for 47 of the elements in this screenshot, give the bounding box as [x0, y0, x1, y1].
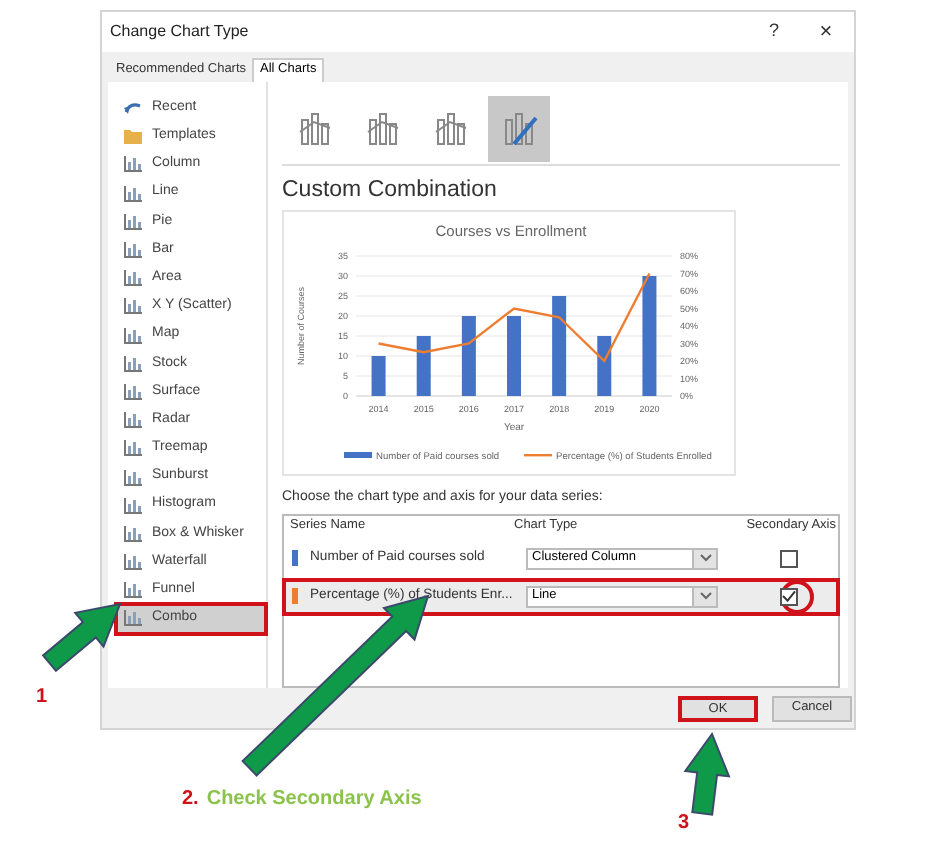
chart-icon	[124, 185, 142, 202]
arrow	[41, 602, 122, 673]
chart-icon	[124, 582, 142, 599]
chart-icon	[124, 525, 142, 542]
close-button[interactable]: ×	[806, 15, 846, 49]
chart-icon	[124, 554, 142, 571]
chart-icon	[124, 270, 142, 287]
step-number: 1	[36, 684, 48, 712]
folder-icon	[124, 128, 142, 145]
arrow	[683, 731, 731, 816]
bar	[371, 356, 386, 396]
secondary-axis-checkbox[interactable]	[779, 549, 797, 567]
chart-icon	[124, 355, 142, 372]
combo-chart-icon	[501, 108, 537, 148]
section-heading: Custom Combination	[282, 176, 499, 204]
bar	[461, 316, 476, 396]
step-label: Check Secondary Axis	[206, 786, 422, 814]
combo-chart-icon	[365, 108, 401, 148]
chart-icon	[124, 383, 142, 400]
secondary-axis-checkbox[interactable]	[779, 587, 797, 605]
bar	[597, 336, 612, 396]
chart-icon	[124, 412, 142, 429]
curved-arrow-icon	[124, 100, 142, 117]
step-number: 3	[678, 810, 690, 838]
combo-chart-icon	[433, 108, 469, 148]
chart-icon	[124, 610, 142, 627]
legend-swatch	[344, 452, 372, 458]
help-button[interactable]: ?	[754, 18, 794, 46]
combo-chart-icon	[297, 108, 333, 148]
check-icon	[781, 590, 795, 602]
step-number: 2.	[182, 786, 199, 814]
bar	[507, 316, 521, 396]
chart-icon	[124, 213, 142, 230]
bar	[552, 296, 567, 396]
chart-icon	[124, 497, 142, 514]
bar	[416, 336, 431, 396]
chart-icon	[124, 242, 142, 259]
chart-icon	[124, 327, 142, 344]
chart-icon	[124, 156, 142, 173]
bar	[642, 276, 657, 396]
caret-icon	[699, 592, 711, 600]
chart-subtype-button[interactable]	[488, 95, 550, 161]
chart-icon	[124, 298, 142, 315]
chart-icon	[124, 440, 142, 457]
chart-icon	[124, 469, 142, 486]
window-title: Change Chart Type	[110, 20, 251, 44]
caret-icon	[699, 554, 711, 562]
